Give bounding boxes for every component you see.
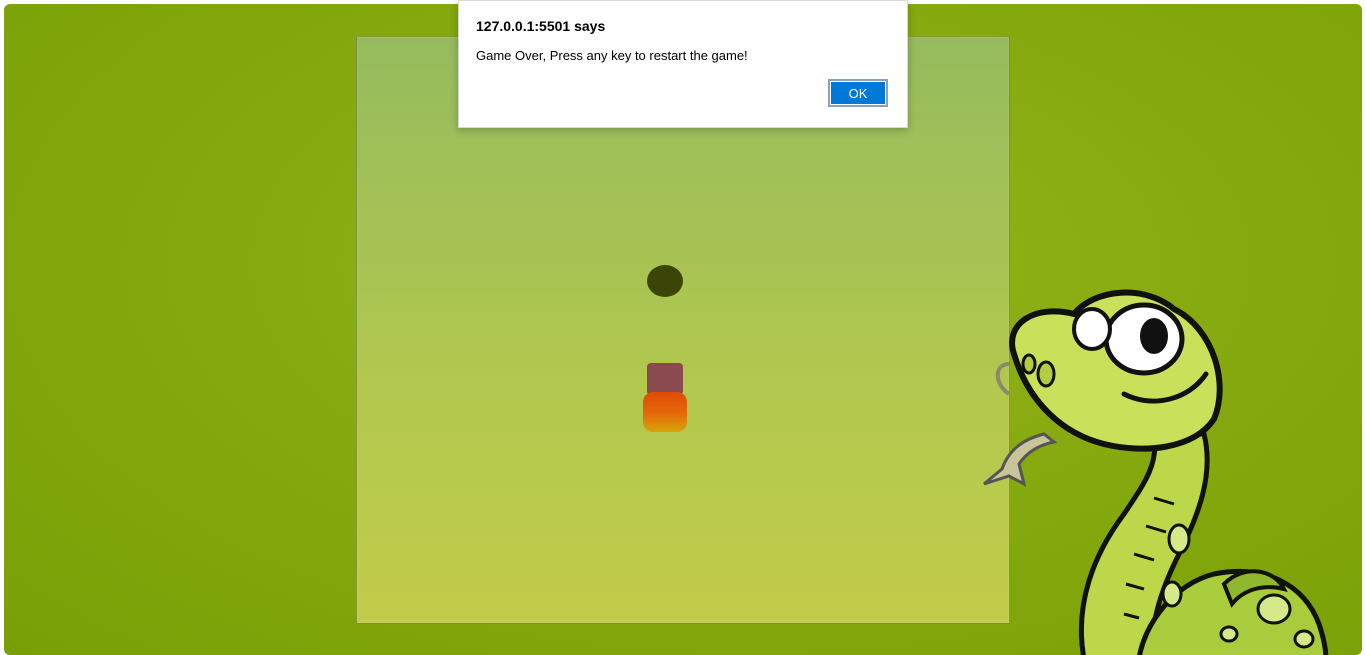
dialog-message: Game Over, Press any key to restart the … bbox=[476, 48, 748, 63]
ok-button[interactable]: OK bbox=[828, 79, 888, 107]
alert-dialog: 127.0.0.1:5501 says Game Over, Press any… bbox=[458, 0, 908, 128]
snake-head bbox=[643, 392, 687, 432]
snake-mascot-illustration bbox=[983, 289, 1329, 655]
dialog-title: 127.0.0.1:5501 says bbox=[476, 18, 606, 34]
tongue bbox=[983, 432, 1058, 487]
food-item bbox=[647, 265, 683, 297]
snake-body-segment bbox=[647, 363, 683, 395]
